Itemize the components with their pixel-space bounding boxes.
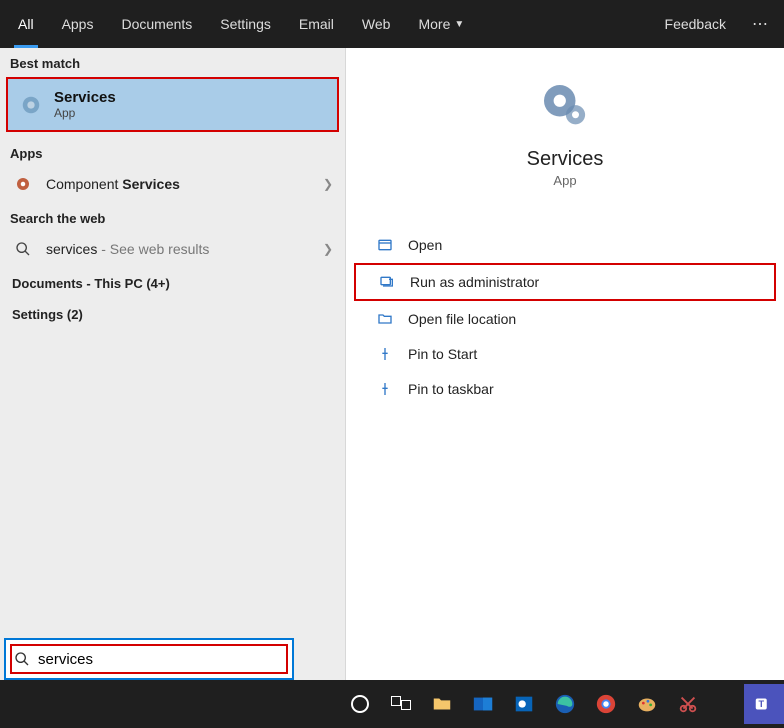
best-match-title: Services (54, 89, 116, 106)
search-filter-tabs: All Apps Documents Settings Email Web Mo… (0, 0, 784, 48)
cortana-circle-icon[interactable] (340, 684, 380, 724)
chevron-right-icon: ❯ (323, 242, 333, 256)
search-box[interactable] (4, 638, 294, 680)
tab-more[interactable]: More ▼ (404, 0, 478, 48)
file-explorer-icon[interactable] (422, 684, 462, 724)
action-label: Open (408, 237, 442, 253)
tab-documents[interactable]: Documents (107, 0, 206, 48)
action-run-as-administrator[interactable]: Run as administrator (354, 263, 776, 301)
preview-header: Services App (346, 48, 784, 198)
tab-apps[interactable]: Apps (48, 0, 108, 48)
preview-pane: Services App Open Run as administrator (346, 48, 784, 680)
best-match-result[interactable]: Services App (6, 77, 339, 132)
mail-icon[interactable] (463, 684, 503, 724)
chrome-icon[interactable] (586, 684, 626, 724)
snip-icon[interactable] (668, 684, 708, 724)
pin-icon (376, 345, 394, 363)
best-match-heading: Best match (0, 48, 345, 75)
result-label: Component Services (46, 176, 311, 192)
paint-icon[interactable] (627, 684, 667, 724)
action-label: Pin to taskbar (408, 381, 494, 397)
action-open-file-location[interactable]: Open file location (354, 302, 776, 336)
best-match-subtitle: App (54, 106, 116, 120)
result-label: services - See web results (46, 241, 311, 257)
chevron-down-icon: ▼ (454, 19, 464, 30)
preview-title: Services (527, 148, 604, 171)
outlook-icon[interactable] (504, 684, 544, 724)
more-options-button[interactable]: ⋯ (740, 14, 780, 34)
search-icon (12, 238, 34, 260)
svg-text:T: T (758, 699, 764, 709)
preview-actions: Open Run as administrator Open file loca… (346, 228, 784, 406)
results-list: Best match Services App Apps Component S… (0, 48, 346, 680)
teams-icon[interactable]: T (744, 684, 784, 724)
pin-icon (376, 380, 394, 398)
best-match-text: Services App (54, 89, 116, 120)
action-open[interactable]: Open (354, 228, 776, 262)
action-label: Pin to Start (408, 346, 477, 362)
gear-icon (12, 173, 34, 195)
search-icon (14, 651, 30, 667)
documents-heading[interactable]: Documents - This PC (4+) (0, 268, 345, 299)
task-view-icon[interactable] (381, 684, 421, 724)
open-icon (376, 236, 394, 254)
edge-icon[interactable] (545, 684, 585, 724)
search-input[interactable] (38, 651, 284, 668)
preview-subtitle: App (553, 173, 576, 188)
result-web-search[interactable]: services - See web results ❯ (0, 230, 345, 268)
action-pin-to-taskbar[interactable]: Pin to taskbar (354, 372, 776, 406)
tab-settings[interactable]: Settings (206, 0, 285, 48)
tab-email[interactable]: Email (285, 0, 348, 48)
settings-heading[interactable]: Settings (2) (0, 299, 345, 330)
gear-icon (537, 78, 593, 134)
taskbar: T (0, 680, 784, 728)
feedback-link[interactable]: Feedback (651, 16, 740, 32)
search-results-panel: Best match Services App Apps Component S… (0, 48, 784, 680)
action-pin-to-start[interactable]: Pin to Start (354, 337, 776, 371)
tab-all[interactable]: All (4, 0, 48, 48)
folder-icon (376, 310, 394, 328)
search-web-heading: Search the web (0, 203, 345, 230)
action-label: Run as administrator (410, 274, 539, 290)
chevron-right-icon: ❯ (323, 177, 333, 191)
result-component-services[interactable]: Component Services ❯ (0, 165, 345, 203)
tab-web[interactable]: Web (348, 0, 405, 48)
gear-icon (20, 94, 42, 116)
shield-icon (378, 273, 396, 291)
action-label: Open file location (408, 311, 516, 327)
apps-heading: Apps (0, 138, 345, 165)
tab-more-label: More (418, 16, 450, 32)
